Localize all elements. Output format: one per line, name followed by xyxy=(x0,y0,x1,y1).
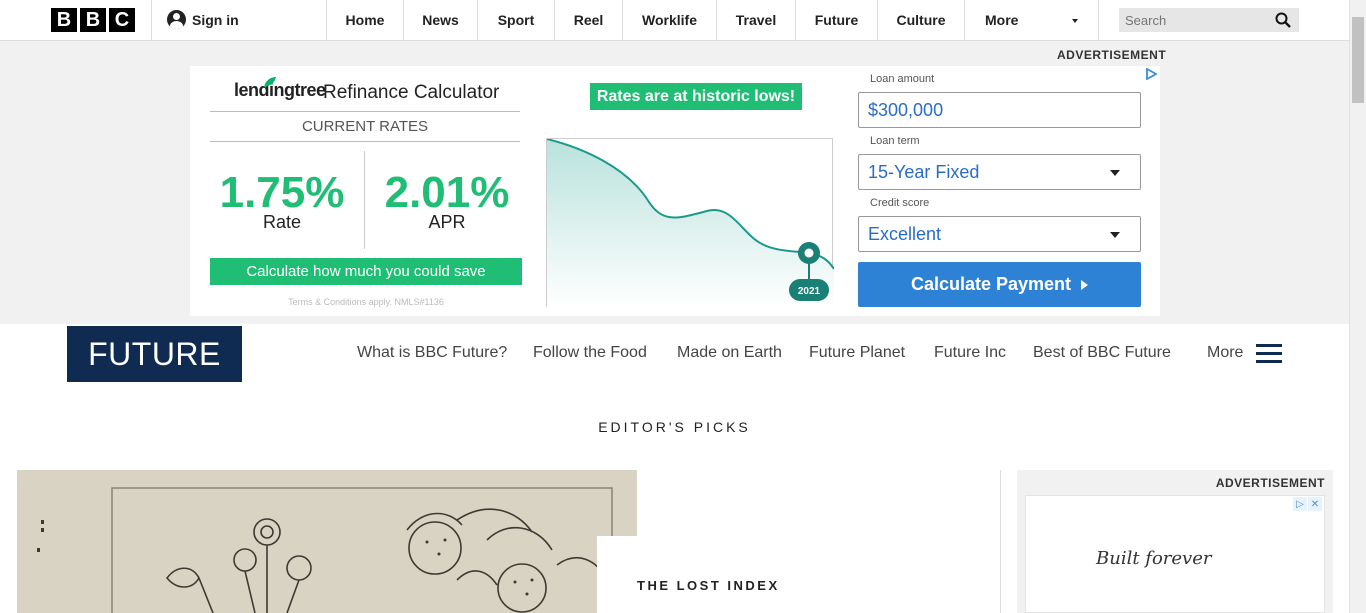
apr-label: APR xyxy=(428,212,466,232)
nav-item-culture[interactable]: Culture xyxy=(877,0,964,40)
sidebar-ad[interactable]: ADVERTISEMENT Built forever ▷ ✕ xyxy=(1017,470,1333,613)
calculate-payment-label: Calculate Payment xyxy=(910,274,1072,294)
page-scrollbar[interactable] xyxy=(1349,0,1366,613)
loan-term-select[interactable]: 15-Year Fixed xyxy=(858,154,1141,190)
adchoices-icon[interactable]: ▷ xyxy=(1293,497,1307,511)
chart-year-label: 2021 xyxy=(798,286,821,297)
chevron-down-icon xyxy=(1110,232,1120,238)
calculate-payment-button[interactable]: Calculate Payment xyxy=(858,262,1141,307)
caret-down-icon xyxy=(1072,19,1078,23)
loan-term-value: 15-Year Fixed xyxy=(868,161,980,182)
adchoices-icon[interactable] xyxy=(1145,68,1157,80)
bbc-logo[interactable]: B B C xyxy=(51,8,135,32)
rates-banner: Rates are at historic lows! xyxy=(590,83,802,110)
terms-text: Terms & Conditions apply. NMLS#1136 xyxy=(288,297,444,307)
close-icon[interactable]: ✕ xyxy=(1308,497,1322,511)
nav-more-dropdown[interactable]: More xyxy=(964,0,1099,40)
section-nav-made-on-earth[interactable]: Made on Earth xyxy=(677,344,782,362)
calculate-savings-button[interactable]: Calculate how much you could save xyxy=(210,258,522,285)
divider xyxy=(210,141,520,142)
credit-score-select[interactable]: Excellent xyxy=(858,216,1141,252)
credit-score-label: Credit score xyxy=(870,197,930,209)
sign-in-link[interactable]: Sign in xyxy=(167,10,239,29)
loan-amount-value: $300,000 xyxy=(868,99,944,120)
lendingtree-logo: lendingtree xyxy=(234,80,326,101)
rate-value: 1.75% xyxy=(219,168,345,217)
nav-item-reel[interactable]: Reel xyxy=(554,0,622,40)
bbc-logo-letter: B xyxy=(51,8,77,32)
main-content: FUTURE What is BBC Future? Follow the Fo… xyxy=(0,324,1349,613)
divider xyxy=(1000,470,1001,613)
credit-score-value: Excellent xyxy=(868,223,942,244)
bbc-top-bar: B B C Sign in Home News Sport Reel Workl… xyxy=(0,0,1349,41)
section-nav-best-of-bbc-future[interactable]: Best of BBC Future xyxy=(1033,344,1171,362)
chevron-down-icon xyxy=(1110,170,1120,176)
lead-story-card xyxy=(597,536,1000,613)
loan-term-label: Loan term xyxy=(870,135,920,147)
main-nav: Home News Sport Reel Worklife Travel Fut… xyxy=(326,0,1099,40)
ad-signature-text: Built forever xyxy=(1096,548,1212,569)
brand-name: lendingtree xyxy=(234,80,326,100)
section-nav-future-inc[interactable]: Future Inc xyxy=(934,344,1006,362)
loan-amount-field[interactable]: $300,000 xyxy=(858,92,1141,128)
nav-item-travel[interactable]: Travel xyxy=(716,0,795,40)
nav-item-worklife[interactable]: Worklife xyxy=(622,0,716,40)
sign-in-label: Sign in xyxy=(192,11,239,28)
divider xyxy=(210,111,520,112)
ad-label: ADVERTISEMENT xyxy=(1215,476,1325,490)
play-arrow-icon xyxy=(1081,279,1089,290)
nav-item-news[interactable]: News xyxy=(403,0,477,40)
divider xyxy=(151,0,152,40)
lendingtree-ad[interactable]: lendingtree Refinance Calculator CURRENT… xyxy=(190,66,1160,316)
rates-trend-graphic: 2021 xyxy=(546,138,835,308)
search-box xyxy=(1119,8,1299,32)
search-input[interactable] xyxy=(1125,12,1265,28)
section-nav-future-planet[interactable]: Future Planet xyxy=(809,344,905,362)
current-rates-heading: CURRENT RATES xyxy=(301,118,429,135)
nav-item-future[interactable]: Future xyxy=(795,0,877,40)
divider xyxy=(364,151,365,249)
ad-controls: ▷ ✕ xyxy=(1293,497,1322,511)
user-icon xyxy=(167,10,186,29)
botanical-engraving-image xyxy=(17,470,637,613)
section-nav-what-is-bbc-future[interactable]: What is BBC Future? xyxy=(357,344,507,362)
loan-amount-label: Loan amount xyxy=(870,73,935,85)
ad-title: Refinance Calculator xyxy=(323,82,500,103)
future-logo[interactable]: FUTURE xyxy=(67,326,242,382)
section-nav-follow-the-food[interactable]: Follow the Food xyxy=(533,344,647,362)
nav-item-sport[interactable]: Sport xyxy=(477,0,554,40)
lead-story-image[interactable] xyxy=(17,470,637,613)
section-nav-more[interactable]: More xyxy=(1207,344,1243,362)
scrollbar-thumb[interactable] xyxy=(1352,17,1364,103)
nav-item-home[interactable]: Home xyxy=(326,0,403,40)
nav-more-label: More xyxy=(985,12,1019,28)
menu-icon[interactable] xyxy=(1256,344,1282,364)
leaf-icon xyxy=(264,77,276,87)
bbc-logo-letter: B xyxy=(80,8,106,32)
rate-label: Rate xyxy=(262,212,302,232)
lead-story-kicker[interactable]: THE LOST INDEX xyxy=(637,578,780,593)
bbc-logo-letter: C xyxy=(109,8,135,32)
rates-trend-chart: 2021 xyxy=(546,138,835,308)
ad-label: ADVERTISEMENT xyxy=(1057,48,1167,62)
editors-picks-heading: EDITOR'S PICKS xyxy=(598,419,751,435)
sidebar-ad-creative[interactable]: Built forever ▷ ✕ xyxy=(1025,495,1325,613)
search-icon[interactable] xyxy=(1275,12,1291,28)
apr-value: 2.01% xyxy=(384,168,510,217)
